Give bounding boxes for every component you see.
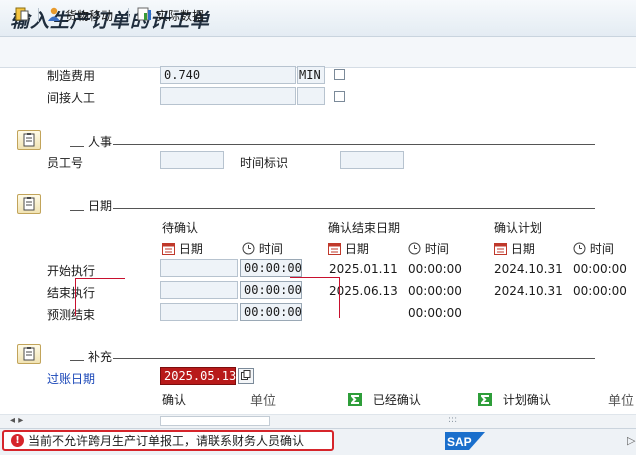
start-pending-time-field[interactable]: 00:00:00 [240, 259, 302, 277]
manufacturing-cost-unit[interactable]: MIN [297, 66, 325, 84]
document-icon [14, 6, 30, 25]
unit-header-right: 单位 [608, 394, 635, 409]
clock-icon [408, 242, 421, 255]
plan-time-header: 时间 [573, 240, 614, 257]
hr-section-title: 人事 [88, 135, 113, 149]
error-icon: ! [11, 434, 24, 447]
supplement-section-title: 补充 [88, 350, 113, 364]
application-toolbar [0, 37, 636, 68]
calendar-icon [328, 242, 341, 255]
end-pending-time-field[interactable]: 00:00:00 [240, 281, 302, 299]
manufacturing-cost-label: 制造费用 [47, 69, 96, 83]
goods-movement-label: 货物移动 [65, 8, 114, 23]
sap-logo: SAP [445, 432, 485, 450]
copy-icon [241, 369, 251, 383]
goods-movement-button[interactable]: 货物移动 [46, 5, 113, 25]
partial-field[interactable] [160, 416, 270, 426]
confirm-end-date-header: 确认结束日期 [328, 221, 401, 235]
unit-header: 单位 [250, 394, 277, 409]
section-detail-icon [22, 347, 36, 361]
clock-icon [242, 242, 255, 255]
pending-date-header: 日期 [162, 240, 203, 257]
data-chart-icon [137, 6, 153, 25]
forecast-end-time: 00:00:00 [408, 306, 462, 320]
end-time-header: 时间 [408, 240, 449, 257]
scroll-arrows-icon[interactable]: ◂ ▸ [10, 415, 23, 426]
forecast-pending-date-field[interactable] [160, 303, 238, 321]
confirm-header: 确认 [162, 393, 187, 407]
sigma-icon [348, 393, 362, 406]
indirect-labor-checkbox[interactable] [334, 91, 345, 102]
horizontal-scrollbar[interactable] [0, 414, 636, 429]
annotation-line [290, 277, 340, 278]
annotation-line [75, 278, 76, 316]
status-expand-icon[interactable]: ▷ [627, 434, 635, 447]
start-plan-date: 2024.10.31 [494, 262, 563, 276]
date-section-title: 日期 [88, 199, 113, 213]
grip-icon: ::: [448, 415, 458, 425]
toolbar-separator [128, 8, 129, 22]
hr-section-divider [113, 144, 595, 145]
sigma-icon [478, 393, 492, 406]
annotation-line [339, 277, 340, 318]
annotation-line [75, 278, 125, 279]
end-plan-time: 00:00:00 [573, 284, 627, 298]
calendar-icon [162, 242, 175, 255]
end-end-time: 00:00:00 [408, 284, 462, 298]
toolbar-separator [38, 8, 39, 22]
supplement-section-toggle[interactable] [17, 344, 41, 364]
clock-icon [573, 242, 586, 255]
status-message-text: 当前不允许跨月生产订单报工，请联系财务人员确认 [28, 434, 305, 448]
actual-data-label: 实际数据 [156, 8, 205, 23]
indirect-labor-unit[interactable] [297, 87, 325, 105]
employee-no-field[interactable] [160, 151, 224, 169]
indirect-labor-field[interactable] [160, 87, 296, 105]
section-underline-marker [70, 360, 84, 361]
manufacturing-cost-checkbox[interactable] [334, 69, 345, 80]
planned-confirm-header: 计划确认 [478, 391, 551, 408]
plan-date-header: 日期 [494, 240, 535, 257]
time-id-label: 时间标识 [240, 156, 289, 170]
forecast-end-label: 预测结束 [47, 308, 96, 322]
posting-date-label: 过账日期 [47, 372, 96, 386]
confirmed-header: 已经确认 [348, 391, 421, 408]
date-section-toggle[interactable] [17, 194, 41, 214]
start-execution-label: 开始执行 [47, 264, 96, 278]
calendar-icon [494, 242, 507, 255]
actual-data-button[interactable]: 实际数据 [137, 5, 204, 25]
forecast-pending-time-field[interactable]: 00:00:00 [240, 303, 302, 321]
supplement-section-divider [113, 358, 595, 359]
svg-text:SAP: SAP [447, 435, 472, 449]
section-detail-icon [22, 197, 36, 211]
start-pending-date-field[interactable] [160, 259, 238, 277]
posting-date-field[interactable]: 2025.05.13 [160, 367, 236, 385]
section-underline-marker [70, 146, 84, 147]
pending-confirm-header: 待确认 [162, 221, 199, 235]
end-plan-date: 2024.10.31 [494, 284, 563, 298]
end-execution-label: 结束执行 [47, 286, 96, 300]
start-plan-time: 00:00:00 [573, 262, 627, 276]
start-end-time: 00:00:00 [408, 262, 462, 276]
section-underline-marker [70, 210, 84, 211]
hr-section-toggle[interactable] [17, 130, 41, 150]
pending-time-header: 时间 [242, 240, 283, 257]
end-date-header: 日期 [328, 240, 369, 257]
start-end-date: 2025.01.11 [329, 262, 398, 276]
date-section-divider [113, 208, 595, 209]
time-id-field[interactable] [340, 151, 404, 169]
person-icon [46, 6, 62, 25]
indirect-labor-label: 间接人工 [47, 91, 96, 105]
confirm-plan-header: 确认计划 [494, 221, 543, 235]
status-message[interactable]: ! 当前不允许跨月生产订单报工，请联系财务人员确认 [2, 430, 334, 451]
section-detail-icon [22, 133, 36, 147]
date-picker-button[interactable] [238, 368, 254, 384]
employee-no-label: 员工号 [47, 156, 84, 170]
other-document-button[interactable] [14, 5, 30, 25]
manufacturing-cost-field[interactable]: 0.740 [160, 66, 296, 84]
end-pending-date-field[interactable] [160, 281, 238, 299]
